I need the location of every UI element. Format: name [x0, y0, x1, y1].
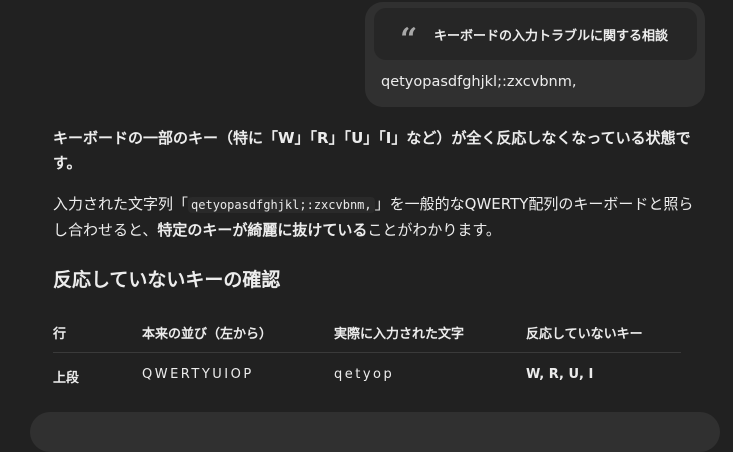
keys-table: 行 本来の並び（左から） 実際に入力された文字 反応していないキー 上段 QWE… [53, 310, 681, 397]
quote-title: キーボードの入力トラブルに関する相談 [434, 28, 669, 44]
table-header-cell: 行 [53, 327, 67, 342]
quote-icon: “ [400, 22, 418, 57]
table-row: 上段 QWERTYUIOP qetyop W, R, U, I [53, 353, 681, 397]
table-cell: QWERTYUIOP [142, 367, 254, 382]
table-header-cell: 実際に入力された文字 [334, 327, 465, 342]
answer-paragraph-2: 入力された文字列「 qetyopasdfghjkl;:zxcvbnm, 」を一般的な… [53, 192, 703, 243]
user-message-bubble: “ キーボードの入力トラブルに関する相談 qetyopasdfghjkl;:zx… [365, 2, 705, 107]
answer-paragraph-1: キーボードの一部のキー（特に「W」「R」「U」「I」など）が全く反応しなくなって… [53, 129, 691, 172]
table-cell: 上段 [53, 371, 80, 386]
table-cell: qetyop [334, 367, 395, 382]
inline-code: qetyopasdfghjkl;:zxcvbnm, [188, 197, 375, 213]
p2-pre: 入力された文字列「 [53, 195, 189, 213]
table-cell: W, R, U, I [526, 367, 594, 382]
user-message-text: qetyopasdfghjkl;:zxcvbnm, [381, 74, 577, 90]
table-header-row: 行 本来の並び（左から） 実際に入力された文字 反応していないキー [53, 310, 681, 353]
section-heading: 反応していないキーの確認 [53, 269, 281, 291]
message-composer[interactable] [30, 412, 720, 452]
p2-post: ことがわかります。 [367, 221, 501, 239]
p2-bold: 特定のキーが綺麗に抜けている [157, 221, 368, 239]
table-header-cell: 反応していないキー [526, 327, 643, 342]
table-header-cell: 本来の並び（左から） [142, 327, 273, 342]
quoted-reference-card[interactable]: “ キーボードの入力トラブルに関する相談 [374, 8, 697, 60]
